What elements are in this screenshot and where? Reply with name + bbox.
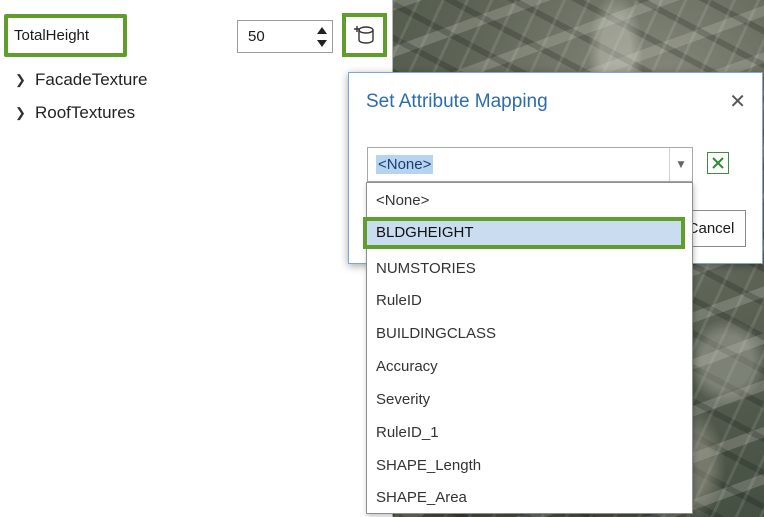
field-dropdown-list: <None> BLDGHEIGHT NUMSTORIES RuleID BUIL… [363,182,693,514]
dropdown-option[interactable]: RuleID_1 [367,417,692,449]
dropdown-option[interactable]: Severity [367,384,692,416]
field-combobox[interactable]: <None> ▼ [367,147,693,182]
tree-item-facade-texture[interactable]: ❯ FacadeTexture [15,70,147,90]
tree-item-label: FacadeTexture [35,70,148,89]
close-icon[interactable]: ✕ [729,91,746,111]
attribute-value-input[interactable]: 50 [237,20,333,53]
clear-x-icon [712,157,724,169]
dropdown-option[interactable]: Accuracy [367,351,692,383]
map-attribute-button[interactable] [342,13,387,57]
tree-item-label: RoofTextures [35,103,136,122]
dropdown-option[interactable]: NUMSTORIES [367,253,692,285]
attribute-value-text: 50 [248,28,265,45]
tree-item-roof-textures[interactable]: ❯ RoofTextures [15,103,135,123]
dialog-title: Set Attribute Mapping [366,91,548,112]
dropdown-option[interactable]: <None> [367,185,692,217]
dropdown-option[interactable]: SHAPE_Area [367,482,692,514]
cancel-button-label: Cancel [687,220,735,237]
spinner-icon[interactable] [316,25,328,49]
chevron-right-icon[interactable]: ❯ [15,105,35,121]
database-plus-icon [353,26,374,44]
dropdown-option[interactable]: SHAPE_Length [367,450,692,482]
attribute-name-label: TotalHeight [4,14,127,57]
dropdown-option[interactable]: RuleID [367,285,692,317]
spinner-down-icon[interactable] [317,40,327,47]
spinner-up-icon[interactable] [317,27,327,34]
chevron-down-icon[interactable]: ▼ [669,148,692,181]
dropdown-option[interactable]: BUILDINGCLASS [367,318,692,350]
clear-button[interactable] [707,152,729,174]
combobox-value: <None> [376,155,434,174]
chevron-right-icon[interactable]: ❯ [15,72,35,88]
dropdown-option-selected[interactable]: BLDGHEIGHT [363,217,685,249]
